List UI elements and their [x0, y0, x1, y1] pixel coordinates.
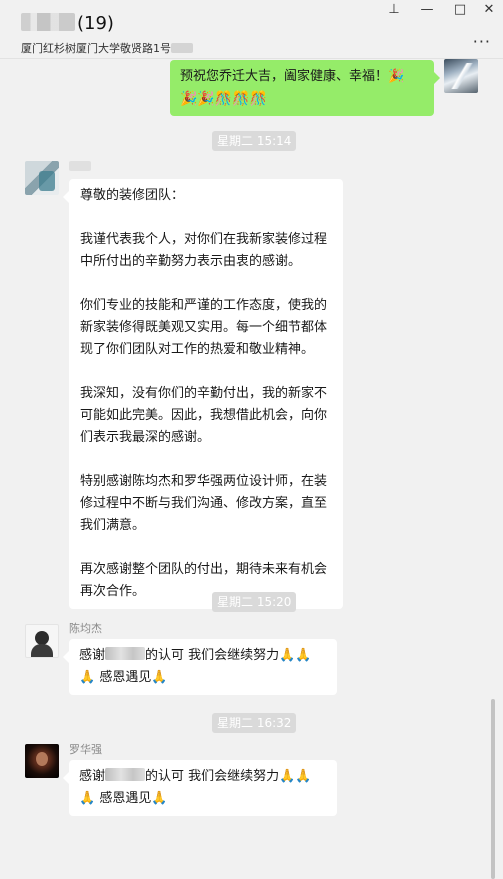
message-line: 预祝您乔迁大吉，阖家健康、幸福！🎉: [180, 69, 405, 84]
message-text: 的认可 我们会继续努力🙏🙏: [145, 648, 312, 663]
message-line: 感谢 的认可 我们会继续努力🙏🙏: [79, 645, 327, 667]
redacted-name: [105, 647, 146, 660]
paragraph: 我谨代表我个人，对你们在我新家装修过程中所付出的辛勤努力表示由衷的感谢。: [80, 232, 328, 269]
message-text: 感谢: [79, 769, 106, 784]
incoming-message[interactable]: 感谢 的认可 我们会继续努力🙏🙏 🙏 感恩遇见🙏: [63, 639, 337, 695]
message-text: 感谢: [79, 648, 106, 663]
paragraph: 我深知，没有你们的辛勤付出，我的新家不可能如此完美。因此，我想借此机会，向你们表…: [80, 386, 328, 445]
scrollbar[interactable]: [491, 699, 495, 879]
incoming-message[interactable]: 尊敬的装修团队： 我谨代表我个人，对你们在我新家装修过程中所付出的辛勤努力表示由…: [63, 179, 343, 609]
group-subtitle: 厦门红杉树厦门大学敬贤路1号: [21, 40, 193, 56]
sender-avatar[interactable]: [25, 744, 59, 778]
message-line: 🙏 感恩遇见🙏: [79, 670, 168, 685]
redacted-name: [69, 161, 91, 171]
message-text: 的认可 我们会继续努力🙏🙏: [145, 769, 312, 784]
sender-name: 罗华强: [69, 743, 102, 756]
paragraph: 尊敬的装修团队：: [80, 188, 185, 203]
maximize-button[interactable]: □: [446, 2, 474, 18]
member-count: (19): [77, 13, 114, 34]
sender-name: [69, 161, 91, 174]
close-button[interactable]: ✕: [475, 2, 503, 18]
self-avatar[interactable]: [444, 59, 478, 93]
redacted-group-name: [21, 13, 75, 31]
message-line: 感谢 的认可 我们会继续努力🙏🙏: [79, 766, 327, 788]
redacted-text: [171, 43, 193, 53]
chat-title[interactable]: (19): [21, 13, 114, 34]
timestamp: 星期二 15:14: [212, 131, 297, 151]
timestamp: 星期二 16:32: [212, 713, 297, 733]
more-options-button[interactable]: ···: [473, 32, 491, 51]
minimize-button[interactable]: —: [413, 2, 441, 18]
pin-icon[interactable]: ⊥: [380, 2, 408, 18]
sender-avatar[interactable]: [25, 161, 59, 195]
outgoing-message[interactable]: 预祝您乔迁大吉，阖家健康、幸福！🎉 🎉🎉🎊🎊🎊: [170, 60, 440, 116]
chat-header: (19) 厦门红杉树厦门大学敬贤路1号 ⊥ — □ ✕ ···: [0, 0, 503, 59]
emoji-line: 🎉🎉🎊🎊🎊: [180, 91, 268, 107]
paragraph: 特别感谢陈均杰和罗华强两位设计师，在装修过程中不断与我们沟通、修改方案，直至我们…: [80, 474, 328, 533]
message-list[interactable]: 预祝您乔迁大吉，阖家健康、幸福！🎉 🎉🎉🎊🎊🎊 星期二 15:14 尊敬的装修团…: [0, 59, 496, 879]
paragraph: 你们专业的技能和严谨的工作态度，使我的新家装修得既美观又实用。每一个细节都体现了…: [80, 298, 328, 357]
incoming-message[interactable]: 感谢 的认可 我们会继续努力🙏🙏 🙏 感恩遇见🙏: [63, 760, 337, 816]
sender-name: 陈均杰: [69, 622, 102, 635]
message-line: 🙏 感恩遇见🙏: [79, 791, 168, 806]
sender-avatar[interactable]: [25, 624, 59, 658]
redacted-name: [105, 768, 146, 781]
subtitle-text: 厦门红杉树厦门大学敬贤路1号: [21, 42, 171, 55]
timestamp: 星期二 15:20: [212, 592, 297, 612]
